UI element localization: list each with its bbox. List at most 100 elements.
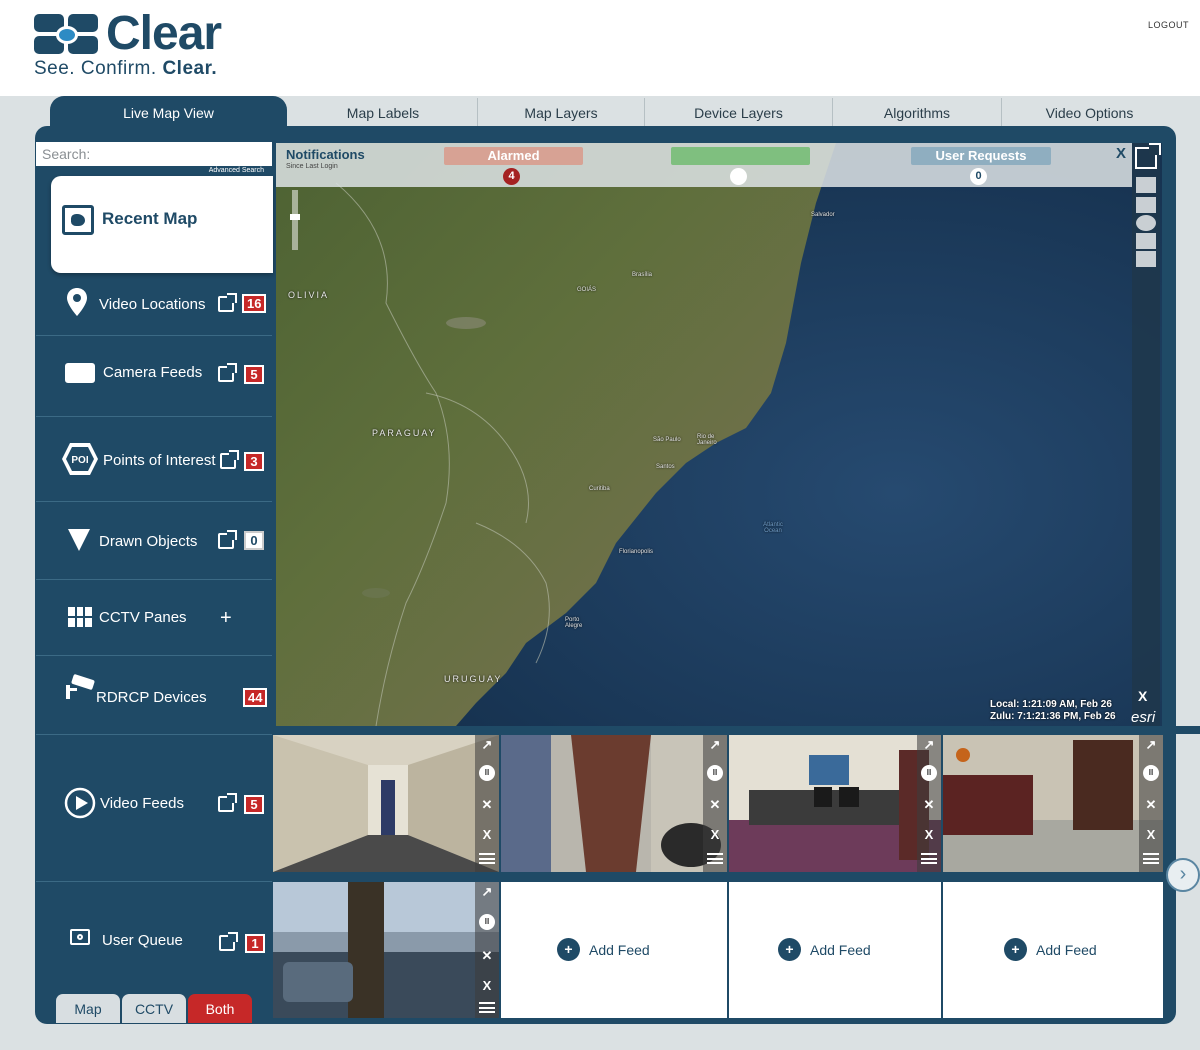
expand-icon[interactable] (1135, 143, 1161, 169)
map-toolbar (1132, 143, 1161, 726)
close-icon[interactable]: X (707, 827, 723, 843)
menu-icon[interactable] (479, 853, 495, 864)
sidebar-item-video-feeds[interactable]: Video Feeds 5 (36, 735, 272, 882)
green-pill[interactable] (671, 147, 810, 165)
add-feed-button[interactable]: + Add Feed (557, 938, 650, 961)
map-label-porto-alegre: Porto Alegre (565, 617, 583, 629)
video-feed-5[interactable]: ↗ II ✕ X (273, 882, 499, 1018)
video-feed-2[interactable]: ↗ II ✕ X (501, 735, 727, 872)
sidebar-item-label: Video Locations (99, 296, 206, 313)
empty-feed-slot-2: + Add Feed (729, 882, 941, 1018)
count-badge: 16 (242, 294, 267, 313)
recent-map-button[interactable]: Recent Map (51, 176, 273, 273)
pause-icon[interactable]: II (479, 765, 495, 781)
external-link-icon[interactable] (218, 293, 237, 312)
count-badge: 44 (243, 688, 268, 707)
alarmed-pill[interactable]: Alarmed (444, 147, 583, 165)
pan-tool-icon[interactable] (1136, 177, 1156, 193)
user-requests-pill[interactable]: User Requests (911, 147, 1051, 165)
menu-icon[interactable] (1143, 853, 1159, 864)
close-icon[interactable]: X (1138, 688, 1147, 704)
recent-map-label: Recent Map (102, 209, 198, 228)
sidebar-item-camera-feeds[interactable]: Camera Feeds 5 (36, 336, 272, 417)
sidebar-item-drawn-objects[interactable]: Drawn Objects 0 (36, 502, 272, 580)
external-link-icon[interactable]: ↗ (479, 884, 495, 900)
view-toggle-cctv[interactable]: CCTV (122, 994, 186, 1023)
tab-map-labels[interactable]: Map Labels (288, 98, 478, 128)
queue-icon (70, 929, 90, 945)
line-tool-icon[interactable] (1136, 251, 1156, 267)
tab-map-layers[interactable]: Map Layers (477, 98, 644, 128)
menu-icon[interactable] (479, 1002, 495, 1013)
rectangle-tool-icon[interactable] (1136, 197, 1156, 213)
add-feed-button[interactable]: + Add Feed (778, 938, 871, 961)
tab-algorithms[interactable]: Algorithms (832, 98, 1001, 128)
map-label-salvador: Salvador (811, 212, 835, 218)
tab-video-options[interactable]: Video Options (1001, 98, 1177, 128)
next-page-arrow-icon[interactable]: › (1166, 858, 1200, 892)
count-badge: 5 (244, 795, 264, 814)
mute-icon[interactable]: ✕ (1143, 797, 1159, 813)
map-label-sao-paulo: São Paulo (653, 437, 681, 443)
external-link-icon[interactable] (220, 450, 239, 469)
external-link-icon[interactable] (218, 530, 237, 549)
add-feed-label: Add Feed (810, 941, 871, 958)
search-input[interactable]: Search: (36, 142, 272, 168)
map-label-florianopolis: Florianopolis (619, 549, 654, 555)
sidebar-item-user-queue[interactable]: User Queue 1 (36, 882, 272, 994)
view-toggle-map[interactable]: Map (56, 994, 120, 1023)
close-icon[interactable]: X (921, 827, 937, 843)
sidebar-item-points-of-interest[interactable]: POI Points of Interest 3 (36, 417, 272, 502)
poi-icon: POI (62, 443, 98, 475)
zoom-slider[interactable] (290, 190, 300, 250)
advanced-search-link[interactable]: Advanced Search (36, 166, 272, 175)
plus-icon: + (1004, 938, 1027, 961)
close-icon[interactable]: X (1143, 827, 1159, 843)
mute-icon[interactable]: ✕ (479, 797, 495, 813)
pause-icon[interactable]: II (921, 765, 937, 781)
tab-device-layers[interactable]: Device Layers (644, 98, 832, 128)
sidebar-item-label: CCTV Panes (99, 609, 187, 626)
polygon-tool-icon[interactable] (1136, 233, 1156, 249)
mute-icon[interactable]: ✕ (707, 797, 723, 813)
view-toggle-both[interactable]: Both (188, 994, 252, 1023)
grid-icon (68, 607, 92, 627)
close-icon[interactable]: X (479, 827, 495, 843)
menu-icon[interactable] (921, 853, 937, 864)
mute-icon[interactable]: ✕ (479, 948, 495, 964)
sidebar-item-video-locations[interactable]: Video Locations 16 (36, 273, 272, 336)
menu-icon[interactable] (707, 853, 723, 864)
add-feed-label: Add Feed (589, 941, 650, 958)
office-desk-feed-image (729, 735, 941, 872)
video-feed-3[interactable]: ↗ II ✕ X (729, 735, 941, 872)
external-link-icon[interactable]: ↗ (921, 737, 937, 753)
close-icon[interactable]: X (479, 978, 495, 994)
count-badge: 1 (245, 934, 265, 953)
close-icon[interactable]: X (1116, 145, 1126, 162)
external-link-icon[interactable] (218, 363, 237, 382)
triangle-icon (68, 529, 90, 551)
header: Clear See. Confirm. Clear. LOGOUT (0, 0, 1200, 96)
tab-live-map-view[interactable]: Live Map View (50, 96, 287, 130)
pause-icon[interactable]: II (1143, 765, 1159, 781)
external-link-icon[interactable] (218, 793, 237, 812)
notifications-subtitle: Since Last Login (286, 163, 338, 170)
video-feed-1[interactable]: ↗ II ✕ X (273, 735, 499, 872)
sidebar-item-label: User Queue (102, 932, 183, 949)
external-link-icon[interactable]: ↗ (1143, 737, 1159, 753)
sidebar-item-rdrcp-devices[interactable]: RDRCP Devices 44 (36, 656, 272, 735)
video-feed-4[interactable]: ↗ II ✕ X (943, 735, 1163, 872)
pause-icon[interactable]: II (479, 914, 495, 930)
add-pane-button[interactable]: + (220, 607, 232, 630)
pause-icon[interactable]: II (707, 765, 723, 781)
external-link-icon[interactable]: ↗ (707, 737, 723, 753)
external-link-icon[interactable] (219, 932, 238, 951)
external-link-icon[interactable]: ↗ (479, 737, 495, 753)
logout-link[interactable]: LOGOUT (1148, 20, 1189, 30)
sidebar-item-cctv-panes[interactable]: CCTV Panes + (36, 580, 272, 656)
mute-icon[interactable]: ✕ (921, 797, 937, 813)
sidebar-item-label: Drawn Objects (99, 533, 198, 550)
add-feed-button[interactable]: + Add Feed (1004, 938, 1097, 961)
feed-controls: ↗ II ✕ X (703, 735, 727, 872)
circle-tool-icon[interactable] (1136, 215, 1156, 231)
